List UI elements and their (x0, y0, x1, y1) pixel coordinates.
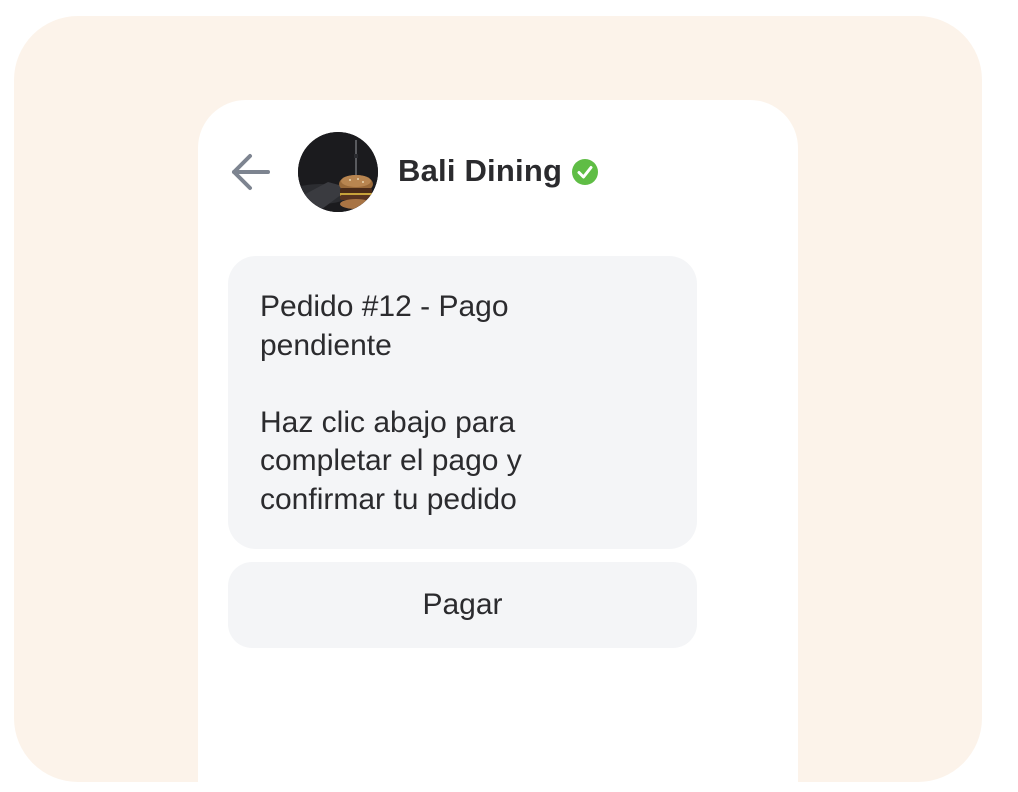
message-text-line: Haz clic abajo para (260, 405, 516, 439)
message-bubble: Pedido #12 - Pago pendiente Haz clic aba… (228, 256, 697, 549)
avatar[interactable] (298, 132, 378, 212)
back-button[interactable] (228, 150, 272, 194)
pay-button[interactable]: Pagar (228, 562, 697, 648)
message-text-line: completar el pago y (260, 444, 522, 477)
verified-check-icon (572, 159, 598, 185)
message-text-line: pendiente (260, 328, 392, 362)
message-text-line: Pedido #12 - Pago (260, 290, 509, 323)
contact-name: Bali Dining (398, 153, 563, 188)
arrow-left-icon (232, 154, 270, 190)
burger-photo-avatar (298, 132, 378, 212)
message-text-line: confirmar tu pedido (260, 482, 517, 516)
